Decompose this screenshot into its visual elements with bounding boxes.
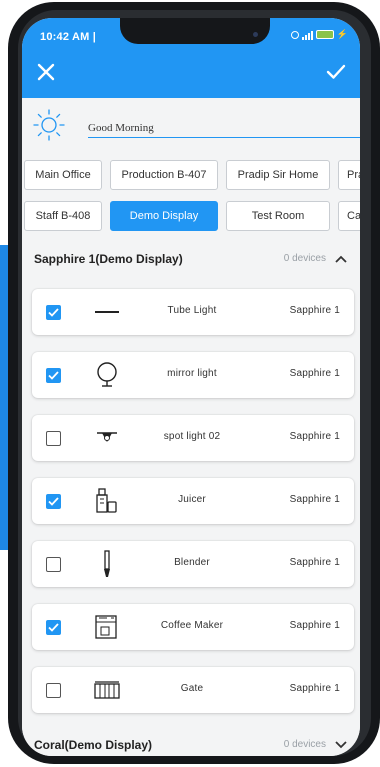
- sun-icon: [33, 109, 65, 141]
- charging-icon: ⚡: [336, 29, 348, 39]
- battery-icon: [315, 30, 334, 39]
- chevron-down-icon[interactable]: [332, 736, 350, 754]
- signal-icon: [301, 30, 313, 40]
- status-icons: ⚡: [290, 29, 348, 40]
- close-button[interactable]: [34, 60, 58, 84]
- device-name: mirror light: [167, 368, 217, 379]
- chip-demo-display[interactable]: Demo Display: [110, 201, 218, 231]
- section-header-coral[interactable]: Coral(Demo Display) 0 devices: [22, 730, 360, 756]
- check-icon: [48, 497, 59, 506]
- device-checkbox-checked[interactable]: [46, 305, 61, 320]
- status-time: 10:42 AM |: [40, 31, 97, 43]
- chip-staff-b408[interactable]: Staff B-408: [24, 201, 102, 231]
- check-icon: [48, 308, 59, 317]
- section-header-sapphire[interactable]: Sapphire 1(Demo Display) 0 devices: [22, 244, 360, 274]
- greeting-field[interactable]: Good Morning: [88, 122, 360, 138]
- device-name: Juicer: [178, 494, 206, 505]
- camera-icon: [253, 32, 258, 37]
- device-row-juicer[interactable]: Juicer Sapphire 1: [32, 478, 354, 524]
- device-row-coffee-maker[interactable]: Coffee Maker Sapphire 1: [32, 604, 354, 650]
- device-name: Tube Light: [167, 305, 217, 316]
- chip-main-office[interactable]: Main Office: [24, 160, 102, 190]
- screenshot-stage: 10:42 AM | ⚡ Good Morning Main Office Pr…: [0, 0, 380, 767]
- device-checkbox-checked[interactable]: [46, 368, 61, 383]
- chip-partial-pra[interactable]: Pra: [338, 160, 360, 190]
- check-icon: [326, 64, 346, 79]
- confirm-button[interactable]: [324, 60, 348, 84]
- check-icon: [48, 623, 59, 632]
- gate-icon: [92, 675, 122, 705]
- alarm-icon: [290, 30, 299, 39]
- device-name: Coffee Maker: [160, 620, 224, 631]
- device-checkbox[interactable]: [46, 683, 61, 698]
- camera-notch: [120, 18, 270, 44]
- device-room: Sapphire 1: [289, 620, 340, 631]
- device-room: Sapphire 1: [289, 557, 340, 568]
- device-room: Sapphire 1: [289, 494, 340, 505]
- device-row-gate[interactable]: Gate Sapphire 1: [32, 667, 354, 713]
- greeting-row: Good Morning: [32, 106, 360, 146]
- chip-pradip-sir-home[interactable]: Pradip Sir Home: [226, 160, 330, 190]
- device-row-blender[interactable]: Blender Sapphire 1: [32, 541, 354, 587]
- device-name: Blender: [174, 557, 210, 568]
- device-row-tube-light[interactable]: Tube Light Sapphire 1: [32, 289, 354, 335]
- device-count: 0 devices: [283, 739, 326, 750]
- device-checkbox-checked[interactable]: [46, 494, 61, 509]
- device-room: Sapphire 1: [289, 368, 340, 379]
- location-chips-row-1: Main Office Production B-407 Pradip Sir …: [24, 160, 360, 190]
- content-area: Good Morning Main Office Production B-40…: [22, 98, 360, 756]
- device-name: spot light 02: [163, 431, 221, 442]
- coffee-maker-icon: [92, 612, 122, 642]
- section-title: Coral(Demo Display): [34, 738, 153, 752]
- device-checkbox-checked[interactable]: [46, 620, 61, 635]
- device-room: Sapphire 1: [289, 305, 340, 316]
- section-title: Sapphire 1(Demo Display): [34, 252, 183, 266]
- device-count: 0 devices: [283, 253, 326, 264]
- device-row-spot-light[interactable]: spot light 02 Sapphire 1: [32, 415, 354, 461]
- blender-icon: [92, 549, 122, 579]
- device-room: Sapphire 1: [289, 431, 340, 442]
- chip-production-b407[interactable]: Production B-407: [110, 160, 218, 190]
- mirror-light-icon: [92, 360, 122, 390]
- check-icon: [48, 371, 59, 380]
- phone-screen: 10:42 AM | ⚡ Good Morning Main Office Pr…: [22, 18, 360, 756]
- tube-light-icon: [92, 297, 122, 327]
- juicer-icon: [92, 486, 122, 516]
- location-chips-row-2: Staff B-408 Demo Display Test Room Ca: [24, 201, 360, 231]
- chip-test-room[interactable]: Test Room: [226, 201, 330, 231]
- chip-partial-ca[interactable]: Ca: [338, 201, 360, 231]
- device-row-mirror-light[interactable]: mirror light Sapphire 1: [32, 352, 354, 398]
- device-name: Gate: [180, 683, 204, 694]
- device-checkbox[interactable]: [46, 431, 61, 446]
- chevron-up-icon[interactable]: [332, 250, 350, 268]
- device-checkbox[interactable]: [46, 557, 61, 572]
- close-icon: [37, 63, 55, 81]
- device-room: Sapphire 1: [289, 683, 340, 694]
- spot-light-icon: [92, 423, 122, 453]
